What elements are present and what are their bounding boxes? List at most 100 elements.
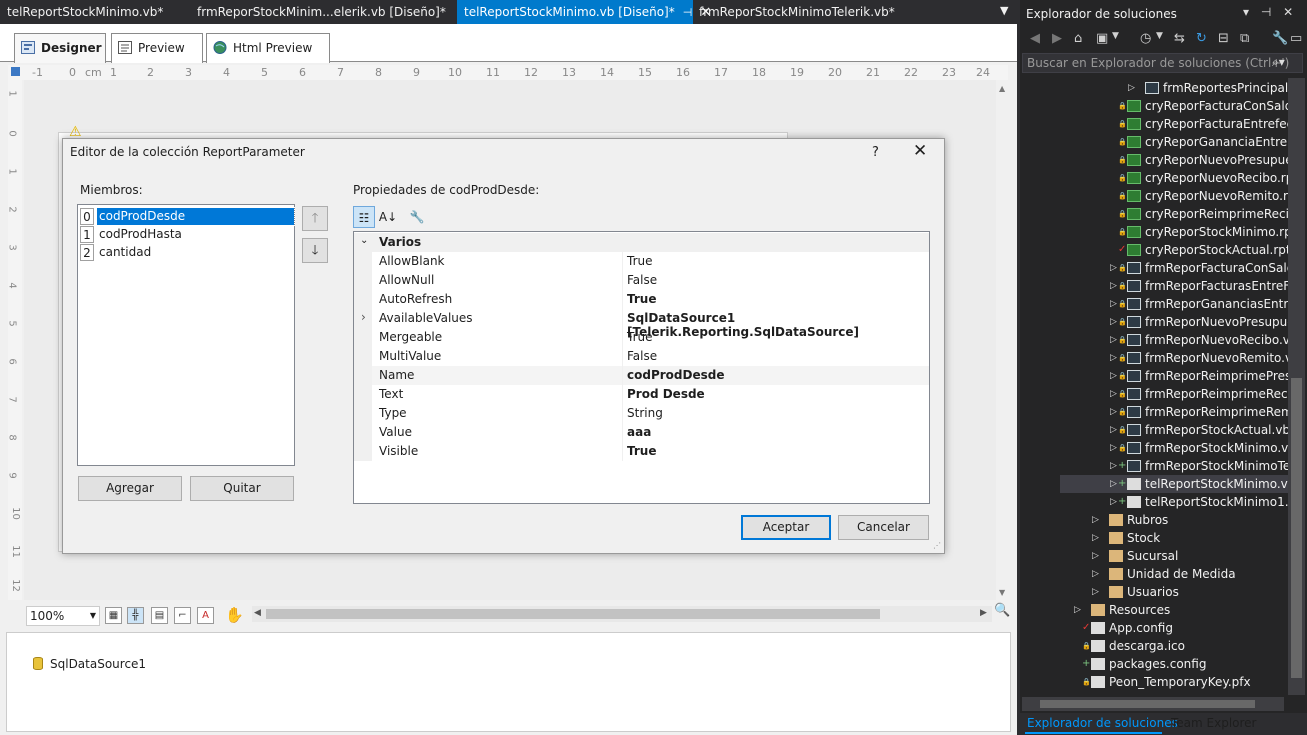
property-row[interactable]: Visible True bbox=[354, 442, 929, 461]
font-icon[interactable]: A bbox=[197, 607, 214, 624]
show-all-files-icon[interactable]: ⧉ bbox=[1240, 31, 1249, 46]
solution-vertical-scroll-thumb[interactable] bbox=[1291, 378, 1302, 678]
tree-item[interactable]: ▷🔒 frmReporReimprimeRecibo.vb bbox=[1110, 385, 1288, 403]
property-value[interactable]: False bbox=[627, 349, 657, 363]
expand-arrow-icon[interactable]: ▷ bbox=[1074, 601, 1081, 619]
tree-item[interactable]: ▷ 🔒 frmReporStockMinimo.vb bbox=[1110, 439, 1288, 457]
tree-item[interactable]: ▷ Usuarios bbox=[1092, 583, 1179, 601]
expand-arrow-icon[interactable]: ▷ bbox=[1110, 385, 1117, 403]
tree-item[interactable]: ▷ 🔒 frmReporNuevoRemito.vb bbox=[1110, 349, 1288, 367]
tree-item[interactable]: ✓ App.config bbox=[1082, 619, 1173, 637]
tree-item[interactable]: 🔒 cryReporNuevoRecibo.rpt bbox=[1118, 169, 1288, 187]
tree-item[interactable]: 🔒 cryReporNuevoRemito.rpt bbox=[1118, 187, 1288, 205]
pending-changes-icon[interactable]: ◷ bbox=[1140, 31, 1151, 46]
tree-item[interactable]: + packages.config bbox=[1082, 655, 1206, 673]
tree-item[interactable]: ▷🔒 frmReporFacturasEntreFechas.vb bbox=[1110, 277, 1288, 295]
tab-designer[interactable]: Designer bbox=[14, 33, 106, 63]
property-value[interactable]: aaa bbox=[627, 425, 651, 439]
component-sqldatasource[interactable]: SqlDataSource1 bbox=[50, 657, 146, 671]
expand-arrow-icon[interactable]: ▷ bbox=[1110, 457, 1117, 475]
tree-item[interactable]: 🔒 cryReporFacturaEntrefechas.rpt bbox=[1118, 115, 1288, 133]
expand-arrow-icon[interactable]: ▷ bbox=[1110, 439, 1117, 457]
dropdown-icon[interactable]: ▾ bbox=[1243, 5, 1249, 19]
properties-icon[interactable]: 🔧 bbox=[1272, 31, 1288, 46]
property-value[interactable]: True bbox=[627, 330, 653, 344]
resize-grip-icon[interactable]: ⋰ bbox=[933, 541, 941, 550]
property-value[interactable]: True bbox=[627, 444, 656, 458]
expand-arrow-icon[interactable]: ▷ bbox=[1110, 367, 1117, 385]
property-grid[interactable]: ⌄ Varios AllowBlank True AllowNull False A… bbox=[353, 231, 930, 504]
tree-item[interactable]: ▷ + telReportStockMinimo.vb bbox=[1060, 475, 1288, 493]
tree-item[interactable]: ▷ 🔒 frmReporStockActual.vb bbox=[1110, 421, 1288, 439]
property-row[interactable]: Text Prod Desde bbox=[354, 385, 929, 404]
list-item[interactable]: 2 cantidad bbox=[80, 244, 294, 261]
tree-item[interactable]: ▷🔒 frmReporGananciasEntreFechas.vb bbox=[1110, 295, 1288, 313]
tree-item[interactable]: 🔒 cryReporNuevoPresupuesto.rpt bbox=[1118, 151, 1288, 169]
tree-item[interactable]: ▷🔒 frmReporReimprimeRemito.vb bbox=[1110, 403, 1288, 421]
expand-arrow-icon[interactable]: ▷ bbox=[1092, 529, 1099, 547]
tree-item[interactable]: ▷+ frmReporStockMinimoTelerik.vb bbox=[1110, 457, 1288, 475]
property-row[interactable]: Name codProdDesde bbox=[354, 366, 929, 385]
category-row[interactable]: ⌄ Varios bbox=[354, 233, 929, 252]
expand-arrow-icon[interactable]: ▷ bbox=[1110, 295, 1117, 313]
list-item[interactable]: 0 codProdDesde bbox=[80, 207, 295, 226]
tree-item[interactable]: ▷🔒 frmReporReimprimePresupuesto.vb bbox=[1110, 367, 1288, 385]
scroll-right-icon[interactable]: ▶ bbox=[980, 608, 987, 618]
collapse-all-icon[interactable]: ⊟ bbox=[1218, 31, 1229, 46]
expand-arrow-icon[interactable]: ▷ bbox=[1092, 511, 1099, 529]
tree-item[interactable]: 🔒 descarga.ico bbox=[1082, 637, 1185, 655]
property-value[interactable]: codProdDesde bbox=[627, 368, 724, 382]
tree-item[interactable]: ▷🔒 frmReporNuevoPresupuesto.vb bbox=[1110, 313, 1288, 331]
expand-arrow-icon[interactable]: ▷ bbox=[1092, 547, 1099, 565]
alphabetical-icon[interactable]: A↓ bbox=[377, 206, 399, 228]
grid-icon[interactable]: ▦ bbox=[105, 607, 122, 624]
expand-arrow-icon[interactable]: ▷ bbox=[1110, 259, 1117, 277]
doc-tab-frmreport-telerik[interactable]: frmReporStockMinimoTelerik.vb* bbox=[692, 0, 902, 24]
move-down-button[interactable]: 🡓 bbox=[302, 238, 328, 263]
add-button[interactable]: Agregar bbox=[78, 476, 182, 501]
pin-icon[interactable]: ⊣ bbox=[1261, 5, 1271, 19]
expand-arrow-icon[interactable]: ▷ bbox=[1110, 493, 1117, 511]
expand-arrow-icon[interactable]: ▷ bbox=[1092, 565, 1099, 583]
forward-icon[interactable]: ▶ bbox=[1052, 31, 1062, 46]
close-icon[interactable]: ✕ bbox=[913, 141, 927, 161]
expand-arrow-icon[interactable]: ▷ bbox=[1110, 475, 1117, 493]
tab-solution-explorer[interactable]: Explorador de soluciones bbox=[1027, 716, 1178, 730]
property-row[interactable]: AllowBlank True bbox=[354, 252, 929, 271]
move-up-button[interactable]: 🡑 bbox=[302, 206, 328, 231]
tab-team-explorer[interactable]: Team Explorer bbox=[1171, 716, 1257, 730]
solution-tree[interactable]: ▷ frmReportesPrincipal.vb 🔒 cryReporFactura… bbox=[1022, 78, 1288, 695]
zoom-select[interactable]: 100% ▼ bbox=[26, 606, 100, 626]
tab-overflow-dropdown-icon[interactable]: ▼ bbox=[1000, 4, 1008, 17]
expand-arrow-icon[interactable]: ▷ bbox=[1128, 79, 1135, 97]
snap-to-grid-icon[interactable]: ╬ bbox=[127, 607, 144, 624]
remove-button[interactable]: Quitar bbox=[190, 476, 294, 501]
tree-item[interactable]: ▷ Rubros bbox=[1092, 511, 1168, 529]
tree-item[interactable]: 🔒 cryReporGananciaEntreFechas.rpt bbox=[1118, 133, 1288, 151]
property-value[interactable]: Prod Desde bbox=[627, 387, 705, 401]
expand-arrow-icon[interactable]: ▷ bbox=[1110, 331, 1117, 349]
tree-item[interactable]: 🔒 cryReporStockMinimo.rpt bbox=[1118, 223, 1288, 241]
scroll-down-icon[interactable]: ▼ bbox=[999, 588, 1005, 597]
tree-item[interactable]: ▷ Stock bbox=[1092, 529, 1160, 547]
zoom-search-icon[interactable]: 🔍 bbox=[994, 603, 1010, 618]
horizontal-scroll-thumb[interactable] bbox=[266, 609, 880, 619]
section-icon[interactable]: ▤ bbox=[151, 607, 168, 624]
preview-icon[interactable]: ▭ bbox=[1290, 31, 1302, 46]
property-row[interactable]: Type String bbox=[354, 404, 929, 423]
cancel-button[interactable]: Cancelar bbox=[838, 515, 929, 540]
chevron-down-icon[interactable]: ▼ bbox=[1156, 31, 1163, 41]
back-icon[interactable]: ◀ bbox=[1030, 31, 1040, 46]
ruler-toggle-icon[interactable]: ⌐ bbox=[174, 607, 191, 624]
property-value[interactable]: False bbox=[627, 273, 657, 287]
tree-item[interactable]: 🔒 Peon_TemporaryKey.pfx bbox=[1082, 673, 1251, 691]
categorized-icon[interactable]: ☷ bbox=[353, 206, 375, 228]
doc-tab-frmreport-design[interactable]: frmReporStockMinim...elerik.vb [Diseño]* bbox=[190, 0, 453, 24]
tree-item[interactable]: ▷ frmReportesPrincipal.vb bbox=[1128, 79, 1288, 97]
designer-vertical-scrollbar[interactable]: ▲ ▼ bbox=[996, 80, 1010, 600]
scroll-left-icon[interactable]: ◀ bbox=[254, 608, 261, 618]
tree-item[interactable]: ▷ 🔒 frmReporNuevoRecibo.vb bbox=[1110, 331, 1288, 349]
expand-arrow-icon[interactable]: ▷ bbox=[1110, 277, 1117, 295]
expand-arrow-icon[interactable]: ▷ bbox=[1110, 313, 1117, 331]
members-list[interactable]: 0 codProdDesde 1 codProdHasta 2 cantidad bbox=[77, 204, 295, 466]
